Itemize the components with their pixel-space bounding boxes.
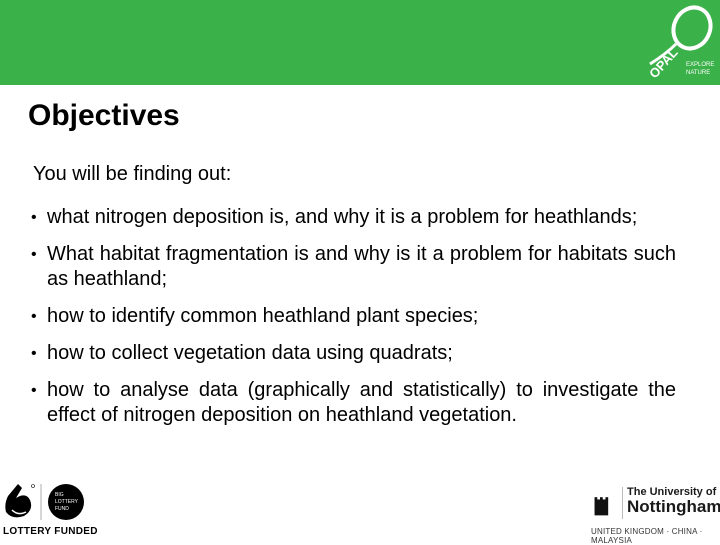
bullet-icon: • [31,382,37,399]
svg-text:FUND: FUND [55,506,69,512]
bullet-icon: • [31,246,37,263]
opal-logo: OPAL EXPLORE NATURE [646,5,714,81]
nottingham-crest [594,497,609,516]
university-name-line2: Nottingham [627,497,720,516]
opal-tagline-2: NATURE [686,70,710,76]
list-item: • What habitat fragmentation is and why i… [31,243,676,290]
big-lottery-fund-badge: BIG LOTTERY FUND [48,484,84,520]
header-band [0,0,720,85]
list-item: • what nitrogen deposition is, and why it… [31,206,638,228]
objectives-list: • what nitrogen deposition is, and why it… [30,205,676,440]
list-item: • how to collect vegetation data using qu… [31,342,453,364]
svg-text:LOTTERY: LOTTERY [55,499,79,505]
university-campuses: UNITED KINGDOM · CHINA · MALAYSIA [591,527,703,545]
svg-text:BIG: BIG [55,492,64,498]
crossed-fingers-icon [5,484,35,518]
list-item: • how to identify common heathland plant … [31,305,479,327]
crest-divider [622,487,623,519]
opal-tagline-1: EXPLORE [686,62,714,68]
slide-title: Objectives [28,99,180,132]
castle-crest-icon [594,497,609,516]
bullet-icon: • [31,345,37,362]
bullet-icon: • [31,308,37,325]
intro-text: You will be finding out: [33,163,232,185]
list-item: • how to analyse data (graphically and st… [31,379,676,426]
bullet-icon: • [31,209,37,226]
lottery-funded-label: LOTTERY FUNDED [3,526,98,537]
